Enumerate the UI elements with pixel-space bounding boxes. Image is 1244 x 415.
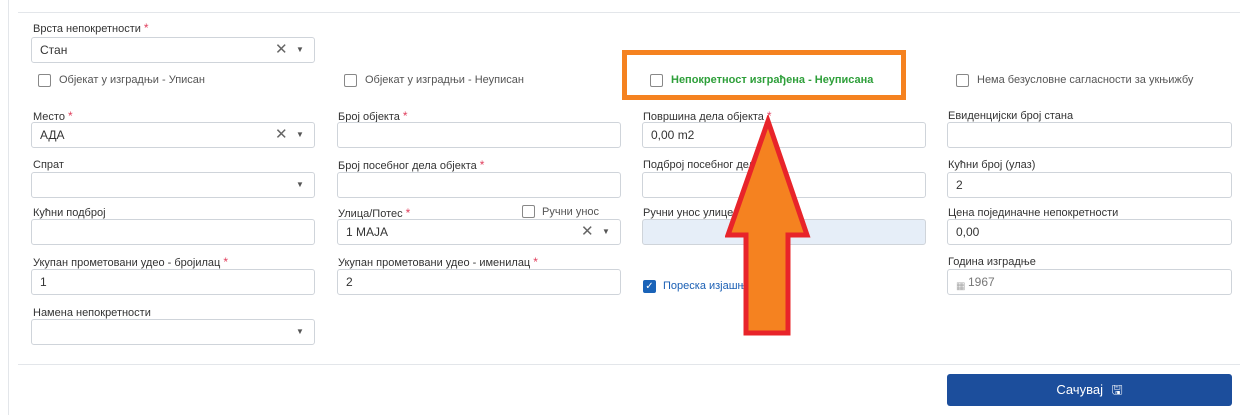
checkbox-label: Нема безусловне сагласности за укњижбу (977, 74, 1194, 86)
clear-icon[interactable]: ✕ (581, 220, 594, 244)
apartment-reg-number-input[interactable] (947, 122, 1232, 148)
divider-bottom (18, 364, 1240, 365)
clear-icon[interactable]: ✕ (275, 123, 288, 147)
manual-entry-checkbox[interactable] (522, 205, 535, 218)
manual-entry-label: Ручни унос (542, 206, 600, 218)
checkbox-label: Објекат у изградњи - Уписан (59, 74, 205, 86)
purpose-select[interactable]: ▼ (31, 319, 315, 345)
property-type-label: Врста непокретности * (33, 21, 149, 36)
chevron-down-icon[interactable]: ▼ (296, 173, 304, 197)
unit-price-input[interactable]: 0,00 (947, 219, 1232, 245)
house-subnumber-input[interactable] (31, 219, 315, 245)
checkbox-under-construction-registered[interactable] (38, 74, 51, 87)
chevron-down-icon[interactable]: ▼ (296, 320, 304, 344)
highlight-box (622, 50, 906, 100)
chevron-down-icon[interactable]: ▼ (602, 220, 610, 244)
object-number-input[interactable] (337, 122, 621, 148)
save-button-label: Сачувај (1056, 382, 1103, 397)
share-denominator-label: Укупан прометовани удео - именилац * (338, 255, 538, 270)
clear-icon[interactable]: ✕ (275, 38, 288, 62)
year-built-input[interactable]: 1967 (947, 269, 1232, 295)
divider-top (18, 12, 1240, 13)
share-denominator-input[interactable]: 2 (337, 269, 621, 295)
tax-statement-checkbox[interactable]: ✓ (643, 280, 656, 293)
share-numerator-label: Укупан прометовани удео - бројилац * (33, 255, 228, 270)
place-select[interactable]: АДА ✕ ▼ (31, 122, 315, 148)
annotation-arrow (725, 115, 811, 336)
street-select[interactable]: 1 МАЈА ✕ ▼ (337, 219, 621, 245)
checkbox-label: Објекат у изградњи - Неуписан (365, 74, 524, 86)
save-button[interactable]: Сачувај 🖫 (947, 374, 1232, 406)
house-number-label: Кућни број (улаз) (948, 159, 1036, 171)
checkbox-no-consent[interactable] (956, 74, 969, 87)
year-built-label: Година изградње (948, 256, 1036, 268)
checkbox-under-construction-unregistered[interactable] (344, 74, 357, 87)
floppy-disk-icon: 🖫 (1111, 382, 1123, 397)
calendar-icon: ▦ (956, 281, 966, 292)
floor-label: Спрат (33, 159, 64, 171)
property-type-select[interactable]: Стан ✕ ▼ (31, 37, 315, 63)
separate-part-number-label: Број посебног дела објекта * (338, 158, 485, 173)
separate-part-number-input[interactable] (337, 172, 621, 198)
house-number-input[interactable]: 2 (947, 172, 1232, 198)
chevron-down-icon[interactable]: ▼ (296, 123, 304, 147)
chevron-down-icon[interactable]: ▼ (296, 38, 304, 62)
floor-select[interactable]: ▼ (31, 172, 315, 198)
share-numerator-input[interactable]: 1 (31, 269, 315, 295)
